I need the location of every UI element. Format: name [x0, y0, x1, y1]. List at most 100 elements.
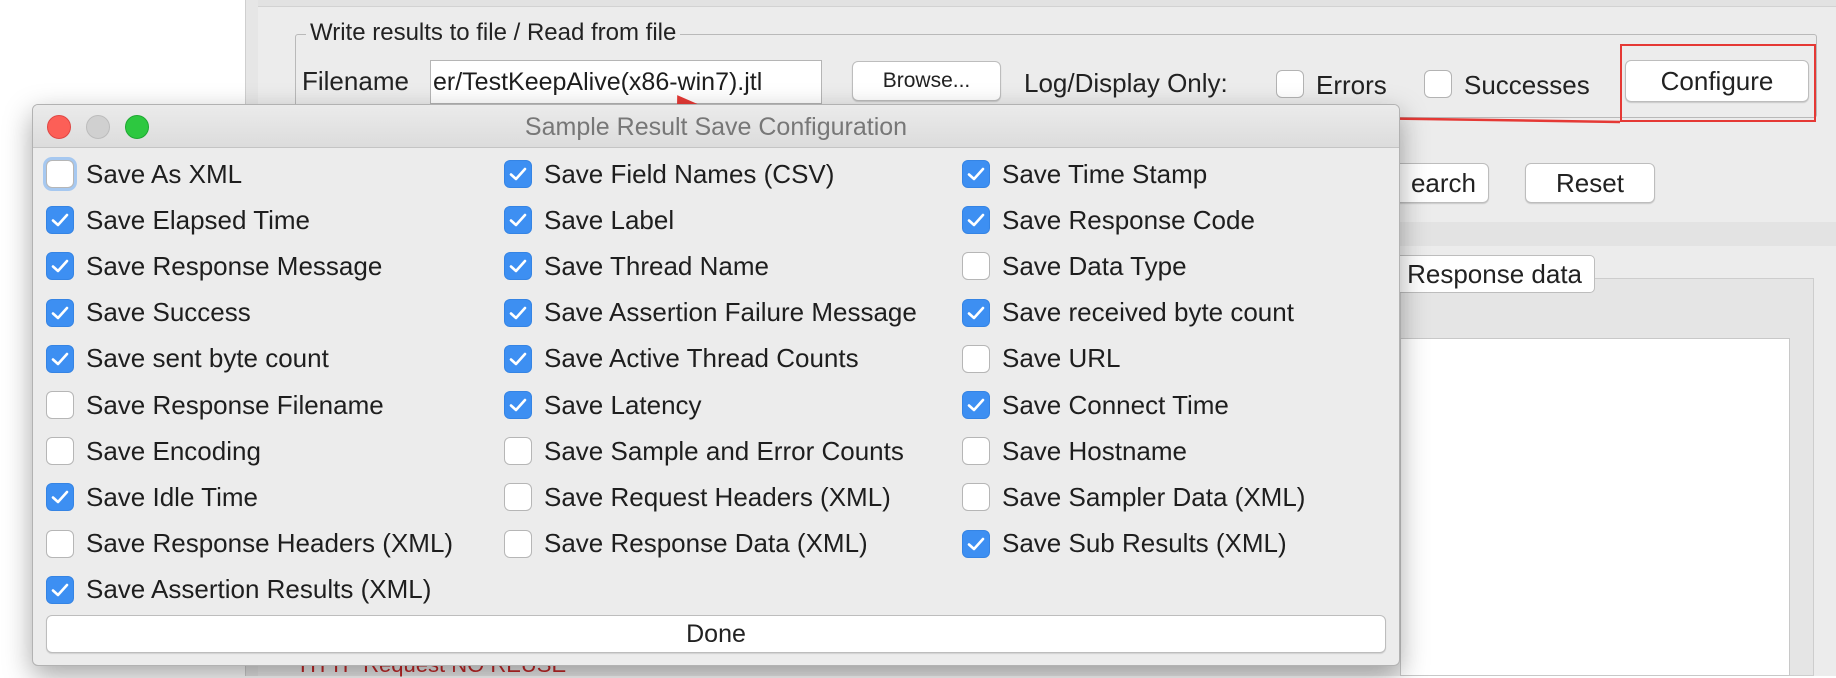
option-save-data-type[interactable]: Save Data Type [962, 249, 1187, 283]
checkbox-checked-icon[interactable] [504, 252, 532, 281]
option-save-as-xml[interactable]: Save As XML [46, 157, 242, 191]
option-save-url[interactable]: Save URL [962, 342, 1121, 376]
checkbox-checked-icon[interactable] [504, 391, 532, 419]
option-save-received-byte-count[interactable]: Save received byte count [962, 296, 1294, 330]
option-save-active-thread-counts[interactable]: Save Active Thread Counts [504, 342, 859, 376]
filename-value: er/TestKeepAlive(x86-win7).jtl [433, 68, 763, 96]
browse-button[interactable]: Browse... [852, 61, 1001, 101]
checkbox-checked-icon[interactable] [504, 344, 532, 373]
option-save-hostname[interactable]: Save Hostname [962, 434, 1187, 468]
option-label: Save Assertion Failure Message [544, 297, 917, 328]
option-label: Save Idle Time [86, 481, 258, 512]
done-button[interactable]: Done [46, 615, 1386, 653]
checkbox-unchecked-icon[interactable] [504, 529, 532, 558]
option-label: Save Field Names (CSV) [544, 158, 835, 189]
checkbox-checked-icon[interactable] [504, 160, 532, 188]
option-label: Save Label [544, 204, 675, 235]
option-save-sample-and-error-counts[interactable]: Save Sample and Error Counts [504, 434, 904, 468]
option-label: Save received byte count [1002, 297, 1294, 328]
option-label: Save Hostname [1002, 435, 1187, 466]
option-label: Save Response Code [1002, 204, 1255, 235]
checkbox-unchecked-icon[interactable] [962, 344, 990, 373]
option-label: Save Thread Name [544, 250, 769, 281]
option-save-connect-time[interactable]: Save Connect Time [962, 388, 1229, 422]
option-save-success[interactable]: Save Success [46, 296, 251, 330]
option-save-response-message[interactable]: Save Response Message [46, 249, 382, 283]
option-label: Save Response Data (XML) [544, 528, 868, 559]
option-label: Save Connect Time [1002, 389, 1229, 420]
option-label: Save Time Stamp [1002, 158, 1208, 189]
checkbox-checked-icon[interactable] [46, 575, 74, 604]
checkbox-unchecked-icon[interactable] [46, 529, 74, 558]
checkbox-unchecked-icon[interactable] [962, 437, 990, 466]
filename-input[interactable]: er/TestKeepAlive(x86-win7).jtl [430, 60, 822, 104]
option-save-request-headers-xml[interactable]: Save Request Headers (XML) [504, 480, 891, 514]
option-label: Save Response Message [86, 250, 383, 281]
option-save-label[interactable]: Save Label [504, 203, 674, 237]
option-save-thread-name[interactable]: Save Thread Name [504, 249, 769, 283]
errors-label: Errors [1316, 70, 1387, 100]
option-label: Save Sample and Error Counts [544, 435, 904, 466]
checkbox-checked-icon[interactable] [962, 391, 990, 419]
successes-checkbox[interactable] [1424, 70, 1452, 98]
option-label: Save Elapsed Time [86, 204, 311, 235]
checkbox-unchecked-icon[interactable] [46, 160, 74, 188]
reset-button[interactable]: Reset [1525, 163, 1655, 203]
checkbox-checked-icon[interactable] [46, 298, 74, 327]
checkbox-checked-icon[interactable] [962, 529, 990, 558]
checkbox-checked-icon[interactable] [504, 298, 532, 327]
option-save-sent-byte-count[interactable]: Save sent byte count [46, 342, 329, 376]
option-label: Save URL [1002, 343, 1121, 374]
option-label: Save sent byte count [86, 343, 329, 374]
log-display-label: Log/Display Only: [1024, 68, 1228, 98]
successes-label: Successes [1464, 70, 1590, 100]
checkbox-checked-icon[interactable] [962, 206, 990, 235]
option-label: Save Sampler Data (XML) [1002, 481, 1306, 512]
checkbox-unchecked-icon[interactable] [962, 483, 990, 512]
checkbox-checked-icon[interactable] [504, 206, 532, 235]
checkbox-checked-icon[interactable] [962, 298, 990, 327]
option-label: Save Encoding [86, 435, 261, 466]
save-config-dialog: Sample Result Save Configuration Save As… [32, 104, 1400, 666]
option-save-time-stamp[interactable]: Save Time Stamp [962, 157, 1207, 191]
checkbox-checked-icon[interactable] [46, 483, 74, 512]
errors-checkbox[interactable] [1276, 70, 1304, 98]
checkbox-checked-icon[interactable] [46, 344, 74, 373]
option-save-idle-time[interactable]: Save Idle Time [46, 480, 258, 514]
option-save-response-code[interactable]: Save Response Code [962, 203, 1255, 237]
option-save-assertion-results-xml[interactable]: Save Assertion Results (XML) [46, 573, 431, 607]
checkbox-checked-icon[interactable] [46, 206, 74, 235]
checkbox-unchecked-icon[interactable] [504, 483, 532, 512]
option-label: Save Sub Results (XML) [1002, 528, 1287, 559]
checkbox-unchecked-icon[interactable] [962, 252, 990, 281]
filename-label: Filename [302, 66, 409, 96]
option-label: Save Success [86, 297, 251, 328]
option-save-assertion-failure-message[interactable]: Save Assertion Failure Message [504, 296, 917, 330]
dialog-titlebar[interactable]: Sample Result Save Configuration [33, 105, 1399, 148]
checkbox-unchecked-icon[interactable] [504, 437, 532, 466]
response-text-area[interactable] [1400, 338, 1790, 676]
option-save-encoding[interactable]: Save Encoding [46, 434, 261, 468]
tab-response-data[interactable]: Response data [1385, 255, 1595, 293]
panel-top-border [258, 0, 1836, 7]
checkbox-unchecked-icon[interactable] [46, 437, 74, 466]
option-label: Save Data Type [1002, 250, 1187, 281]
option-save-field-names-csv[interactable]: Save Field Names (CSV) [504, 157, 834, 191]
checkbox-unchecked-icon[interactable] [46, 391, 74, 419]
option-save-response-data-xml[interactable]: Save Response Data (XML) [504, 527, 868, 561]
option-label: Save Request Headers (XML) [544, 481, 891, 512]
option-label: Save Response Filename [86, 389, 384, 420]
checkbox-checked-icon[interactable] [962, 160, 990, 188]
option-save-response-headers-xml[interactable]: Save Response Headers (XML) [46, 527, 453, 561]
option-save-sub-results-xml[interactable]: Save Sub Results (XML) [962, 527, 1287, 561]
dialog-title: Sample Result Save Configuration [524, 113, 908, 141]
option-save-response-filename[interactable]: Save Response Filename [46, 388, 384, 422]
separator-band [1400, 222, 1836, 246]
option-save-sampler-data-xml[interactable]: Save Sampler Data (XML) [962, 480, 1305, 514]
option-save-latency[interactable]: Save Latency [504, 388, 702, 422]
option-label: Save Latency [544, 389, 702, 420]
option-save-elapsed-time[interactable]: Save Elapsed Time [46, 203, 310, 237]
option-label: Save Response Headers (XML) [86, 528, 454, 559]
checkbox-checked-icon[interactable] [46, 252, 74, 281]
option-label: Save Active Thread Counts [544, 343, 859, 374]
